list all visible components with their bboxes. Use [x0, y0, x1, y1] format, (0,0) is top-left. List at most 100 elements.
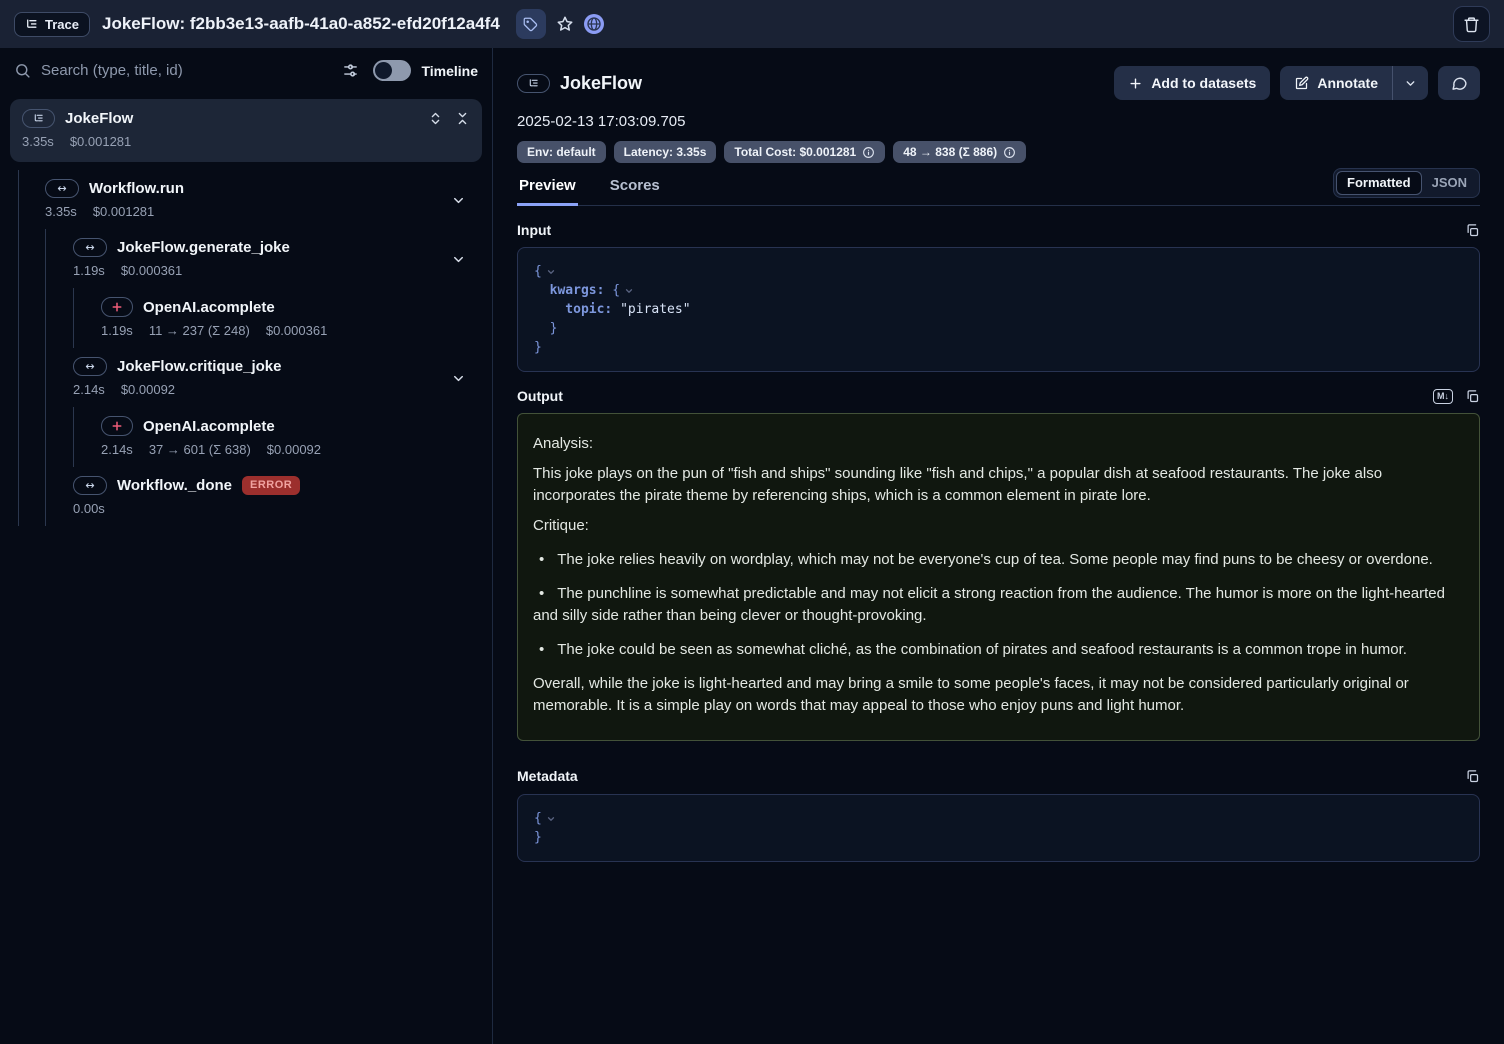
- tree-row-label: JokeFlow.generate_joke: [117, 239, 290, 256]
- copy-icon[interactable]: [1465, 769, 1480, 784]
- tree-row-generate-joke[interactable]: JokeFlow.generate_joke 1.19s $0.000361: [46, 229, 482, 288]
- latency-badge: Latency: 3.35s: [614, 141, 717, 163]
- trace-icon: [517, 74, 550, 93]
- span-icon: [73, 357, 107, 376]
- expand-all-icon[interactable]: [428, 111, 443, 126]
- output-bullet: •The joke relies heavily on wordplay, wh…: [533, 549, 1464, 571]
- output-analysis-body: This joke plays on the pun of "fish and …: [533, 463, 1464, 507]
- output-section-title: Output: [517, 388, 563, 404]
- output-bullet: •The punchline is somewhat predictable a…: [533, 583, 1464, 627]
- output-conclusion: Overall, while the joke is light-hearted…: [533, 673, 1464, 717]
- format-toggle-json[interactable]: JSON: [1422, 172, 1477, 194]
- output-critique-heading: Critique:: [533, 515, 1464, 537]
- comment-bubble-icon: [1451, 75, 1468, 92]
- star-button[interactable]: [556, 15, 574, 33]
- copy-icon[interactable]: [1465, 389, 1480, 404]
- span-icon: [73, 238, 107, 257]
- tree-row-cost: $0.00092: [121, 382, 175, 397]
- tree-row-cost: $0.001281: [93, 204, 154, 219]
- trace-chip-label: Trace: [45, 17, 79, 32]
- tree-row-cost: $0.00092: [267, 442, 321, 457]
- span-icon: [73, 476, 107, 495]
- chevron-down-icon[interactable]: [451, 252, 466, 267]
- bullet-icon: •: [539, 639, 544, 661]
- json-collapse-icon[interactable]: [546, 814, 556, 824]
- format-toggle: Formatted JSON: [1333, 168, 1480, 198]
- tree-row-label: JokeFlow.critique_joke: [117, 358, 282, 375]
- star-icon: [556, 15, 574, 33]
- tree-row-openai-acomplete-2[interactable]: OpenAI.acomplete 2.14s 37 → 601 (Σ 638) …: [74, 407, 482, 467]
- tree-row-duration: 2.14s: [101, 442, 133, 457]
- tree-row-critique-joke[interactable]: JokeFlow.critique_joke 2.14s $0.00092: [46, 348, 482, 407]
- tree-row-label: Workflow._done: [117, 477, 232, 494]
- markdown-toggle-icon[interactable]: M↓: [1433, 389, 1453, 404]
- timeline-toggle[interactable]: [373, 60, 411, 81]
- tree-row-duration: 1.19s: [101, 323, 133, 338]
- annotate-split-button: Annotate: [1280, 66, 1428, 100]
- output-bullet: •The joke could be seen as somewhat clic…: [533, 639, 1464, 661]
- delete-trace-button[interactable]: [1453, 6, 1490, 42]
- metadata-section-title: Metadata: [517, 768, 578, 784]
- generation-icon: [101, 416, 133, 436]
- input-section-header: Input: [517, 222, 1480, 238]
- page-title: JokeFlow: f2bb3e13-aafb-41a0-a852-efd20f…: [102, 14, 500, 34]
- tag-icon: [523, 17, 538, 32]
- tree-row-duration: 1.19s: [73, 263, 105, 278]
- chevron-down-icon[interactable]: [451, 371, 466, 386]
- annotate-label: Annotate: [1317, 75, 1378, 91]
- tree-row-workflow-done[interactable]: Workflow._done ERROR 0.00s: [46, 467, 482, 526]
- plus-icon: [1128, 76, 1143, 91]
- json-collapse-icon[interactable]: [624, 286, 634, 296]
- tree-row-label: OpenAI.acomplete: [143, 418, 275, 435]
- tree-row-duration: 2.14s: [73, 382, 105, 397]
- input-json-viewer: { kwargs: { topic: "pirates" } }: [517, 247, 1480, 372]
- tree-row-label: Workflow.run: [89, 180, 184, 197]
- tree-row-duration: 0.00s: [73, 501, 105, 516]
- tree-row-label: JokeFlow: [65, 110, 133, 127]
- tag-button[interactable]: [516, 9, 546, 39]
- add-to-datasets-button[interactable]: Add to datasets: [1114, 66, 1270, 100]
- tree-row-label: OpenAI.acomplete: [143, 299, 275, 316]
- output-analysis-heading: Analysis:: [533, 433, 1464, 455]
- list-tree-icon: [25, 18, 38, 31]
- detail-title: JokeFlow: [560, 73, 642, 94]
- tree-row-tokens: 11 → 237 (Σ 248): [149, 323, 250, 338]
- token-usage-badge: 48 → 838 (Σ 886): [893, 141, 1026, 163]
- annotate-button[interactable]: Annotate: [1280, 66, 1392, 100]
- environment-button[interactable]: [584, 14, 604, 34]
- copy-icon[interactable]: [1465, 223, 1480, 238]
- chevron-down-icon[interactable]: [451, 193, 466, 208]
- annotate-menu-chevron[interactable]: [1393, 66, 1428, 100]
- search-input[interactable]: [41, 62, 332, 79]
- json-collapse-icon[interactable]: [546, 267, 556, 277]
- tab-preview[interactable]: Preview: [517, 177, 578, 206]
- search-row: Timeline: [0, 48, 492, 91]
- output-section-header: Output M↓: [517, 388, 1480, 404]
- info-icon[interactable]: [1003, 146, 1016, 159]
- span-icon: [45, 179, 79, 198]
- collapse-all-icon[interactable]: [455, 111, 470, 126]
- bullet-icon: •: [539, 583, 544, 605]
- tab-scores[interactable]: Scores: [608, 177, 662, 206]
- comments-button[interactable]: [1438, 66, 1480, 100]
- tree-row-cost: $0.000361: [121, 263, 182, 278]
- annotate-pencil-icon: [1294, 76, 1309, 91]
- tree-row-openai-acomplete-1[interactable]: OpenAI.acomplete 1.19s 11 → 237 (Σ 248) …: [74, 288, 482, 348]
- error-status-badge: ERROR: [242, 476, 300, 495]
- tree-row-jokeflow-root[interactable]: JokeFlow 3.35s $0.001281: [10, 99, 482, 162]
- env-badge: Env: default: [517, 141, 606, 163]
- trace-detail-panel: JokeFlow Add to datasets Annotate: [493, 48, 1504, 1044]
- info-icon[interactable]: [862, 146, 875, 159]
- tree-row-tokens: 37 → 601 (Σ 638): [149, 442, 251, 457]
- trace-timestamp: 2025-02-13 17:03:09.705: [517, 113, 1480, 130]
- trash-icon: [1463, 16, 1480, 33]
- input-section-title: Input: [517, 222, 551, 238]
- tree-row-workflow-run[interactable]: Workflow.run 3.35s $0.001281: [19, 170, 482, 229]
- search-icon: [14, 62, 31, 79]
- generation-icon: [101, 297, 133, 317]
- trace-tree-sidebar: Timeline JokeFlow: [0, 48, 493, 1044]
- span-tree: JokeFlow 3.35s $0.001281: [0, 91, 492, 534]
- format-toggle-formatted[interactable]: Formatted: [1336, 171, 1422, 195]
- filter-settings-icon[interactable]: [342, 62, 359, 79]
- globe-icon: [586, 16, 602, 32]
